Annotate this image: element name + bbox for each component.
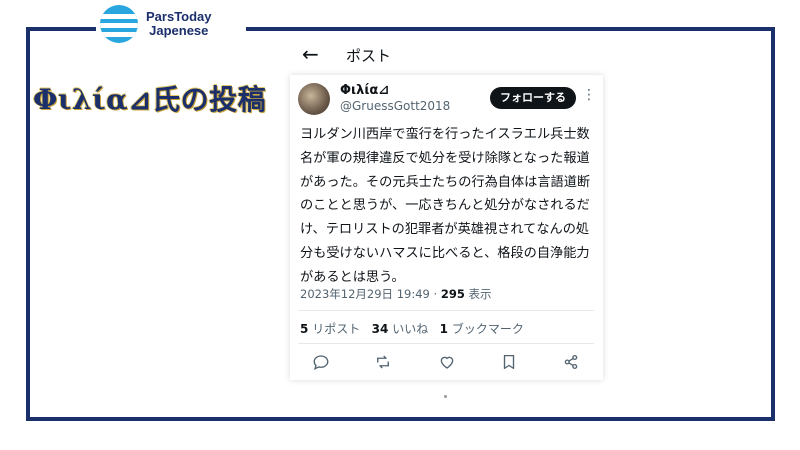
reposts-label: リポスト: [312, 322, 361, 336]
post-meta: 2023年12月29日 19:49 · 295 表示: [300, 286, 491, 302]
logo-text: ParsToday Japenese: [146, 10, 212, 38]
reposts-stat[interactable]: 5 リポスト: [300, 322, 360, 336]
post-header: ← ポスト: [290, 35, 603, 75]
globe-icon: [100, 5, 138, 43]
engagement-stats: 5 リポスト 34 いいね 1 ブックマーク: [300, 320, 524, 337]
follow-button[interactable]: フォローする: [490, 87, 576, 109]
post-timestamp[interactable]: 2023年12月29日 19:49: [300, 287, 430, 301]
like-icon[interactable]: [438, 353, 456, 371]
logo-line-1: ParsToday: [146, 9, 212, 24]
views-count: 295: [440, 287, 465, 301]
header-title: ポスト: [346, 47, 392, 65]
logo-line-2: Japenese: [149, 23, 209, 38]
tweet-card: Φιλία⊿ @GruessGott2018 フォローする ⋮ ヨルダン川西岸で…: [290, 75, 603, 380]
divider: [298, 343, 594, 344]
likes-label: いいね: [392, 322, 429, 336]
parstoday-logo: ParsToday Japenese: [96, 4, 246, 46]
likes-count: 34: [371, 322, 389, 336]
back-arrow-icon[interactable]: ←: [302, 42, 319, 66]
likes-stat[interactable]: 34 いいね: [372, 322, 429, 336]
avatar[interactable]: [298, 83, 330, 115]
bookmarks-label: ブックマーク: [451, 322, 524, 336]
more-options-icon[interactable]: ⋮: [582, 87, 596, 103]
share-icon[interactable]: [562, 353, 580, 371]
page-headline: Φιλία⊿氏の投稿: [33, 83, 267, 116]
author-name[interactable]: Φιλία⊿: [340, 83, 389, 98]
author-handle[interactable]: @GruessGott2018: [340, 99, 450, 113]
decorative-dot: [444, 395, 447, 398]
repost-icon[interactable]: [374, 353, 392, 371]
divider: [298, 310, 594, 311]
bookmark-icon[interactable]: [500, 353, 518, 371]
post-text: ヨルダン川西岸で蛮行を行ったイスラエル兵士数名が軍の規律違反で処分を受け除隊とな…: [300, 127, 591, 285]
action-bar: [300, 351, 596, 373]
views-label: 表示: [468, 287, 492, 301]
meta-separator: ·: [433, 287, 438, 301]
bookmarks-count: 1: [439, 322, 449, 336]
reply-icon[interactable]: [312, 353, 330, 371]
reposts-count: 5: [300, 322, 309, 336]
bookmarks-stat[interactable]: 1 ブックマーク: [440, 322, 524, 336]
